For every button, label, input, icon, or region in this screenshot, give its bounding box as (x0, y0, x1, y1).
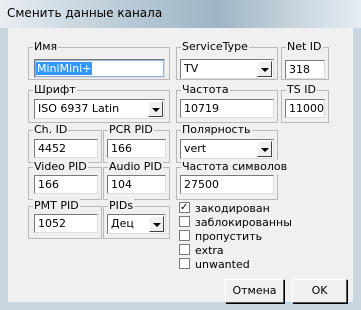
chevron-down-icon[interactable] (257, 61, 272, 77)
ts-id-field[interactable]: 11000 (285, 99, 325, 118)
checkbox-box[interactable] (179, 258, 190, 269)
audio-pid-field[interactable]: 104 (107, 175, 166, 194)
symbol-rate-field[interactable]: 27500 (180, 175, 274, 194)
frequency-label: Частота (181, 83, 230, 97)
cancel-button[interactable]: Отмена (225, 279, 284, 303)
window-frame-left (0, 28, 8, 310)
checkbox-box[interactable] (179, 216, 190, 227)
service-type-label: ServiceType (181, 40, 249, 54)
pcr-pid-label: PCR PID (108, 123, 154, 137)
video-pid-label: Video PID (33, 160, 88, 174)
chevron-down-icon[interactable] (257, 141, 272, 157)
checkbox-label: extra (195, 244, 224, 257)
pcr-pid-field[interactable]: 166 (107, 139, 166, 158)
audio-pid-label: Audio PID (108, 160, 164, 174)
window-frame-bottom (0, 302, 361, 310)
chevron-down-icon[interactable] (149, 216, 164, 232)
chevron-down-icon[interactable] (148, 101, 163, 117)
checkbox-box[interactable] (179, 244, 190, 255)
polarity-label: Полярность (181, 123, 252, 137)
ch-id-field[interactable]: 4452 (34, 139, 98, 158)
title-bar[interactable]: Сменить данные канала (0, 0, 361, 28)
font-label: Шрифт (33, 83, 77, 97)
checkbox-box[interactable] (179, 230, 190, 241)
checkbox-label: unwanted (195, 258, 250, 271)
checkbox-label: закодирован (195, 202, 270, 215)
name-field[interactable]: MiniMini+ (34, 59, 165, 78)
name-label: Имя (33, 40, 59, 54)
frequency-field[interactable]: 10719 (180, 99, 274, 118)
pmt-pid-label: PMT PID (33, 199, 80, 213)
checkbox-label: заблокированны (195, 216, 292, 229)
dialog-window: Сменить данные канала Имя MiniMini+ Serv… (0, 0, 361, 310)
ok-button[interactable]: OK (292, 279, 347, 303)
pids-select[interactable]: Дец (107, 214, 166, 234)
net-id-field[interactable]: 318 (285, 60, 325, 79)
pmt-pid-field[interactable]: 1052 (34, 214, 98, 233)
service-type-select[interactable]: TV (180, 59, 274, 79)
polarity-select[interactable]: vert (180, 139, 274, 159)
video-pid-field[interactable]: 166 (34, 175, 98, 194)
checkbox-box[interactable] (179, 201, 190, 214)
window-title: Сменить данные канала (7, 6, 163, 20)
ch-id-label: Ch. ID (33, 123, 69, 137)
net-id-label: Net ID (286, 40, 323, 54)
checkbox-label: пропустить (195, 230, 263, 243)
window-frame-right (353, 28, 361, 310)
font-select[interactable]: ISO 6937 Latin (34, 99, 165, 119)
ts-id-label: TS ID (286, 83, 317, 97)
symbol-rate-label: Частота символов (181, 160, 289, 174)
pids-label: PIDs (108, 199, 135, 213)
